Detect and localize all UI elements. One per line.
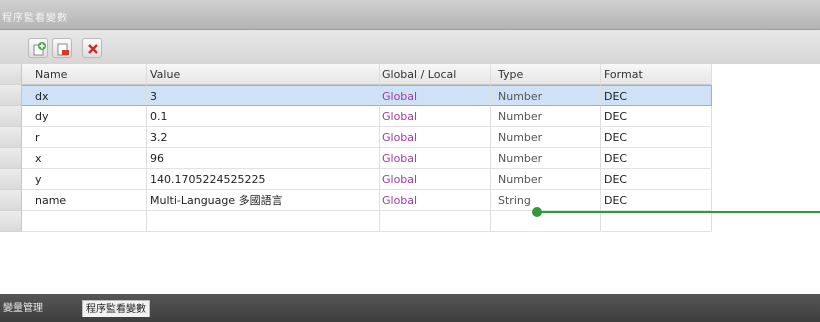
row-selector[interactable]: [0, 106, 22, 127]
row-selector[interactable]: [0, 190, 22, 211]
table-row[interactable]: dy 0.1 Global Number DEC: [0, 106, 712, 127]
cell-value[interactable]: Multi-Language 多國語言: [147, 190, 380, 211]
cell-value[interactable]: 0.1: [147, 106, 380, 127]
add-variable-button[interactable]: [28, 38, 48, 58]
edit-variable-button[interactable]: [52, 38, 72, 58]
column-header-format[interactable]: Format: [601, 64, 712, 85]
column-header-name[interactable]: Name: [22, 64, 147, 85]
table-row-new[interactable]: [0, 211, 712, 232]
cell-name[interactable]: x: [22, 148, 147, 169]
cell-type[interactable]: Number: [491, 169, 601, 190]
row-selector[interactable]: [0, 85, 22, 106]
cell-type[interactable]: Number: [491, 127, 601, 148]
cell-type[interactable]: String: [491, 190, 601, 211]
cell-type[interactable]: Number: [491, 148, 601, 169]
cell-scope[interactable]: Global: [380, 127, 491, 148]
delete-variable-icon: [88, 44, 98, 54]
cell-scope[interactable]: Global: [380, 106, 491, 127]
cell-type[interactable]: Number: [491, 106, 601, 127]
cell-scope[interactable]: Global: [380, 190, 491, 211]
cell-value[interactable]: 140.1705224525225: [147, 169, 380, 190]
cell-scope[interactable]: Global: [380, 169, 491, 190]
cell-format[interactable]: DEC: [601, 127, 712, 148]
table-row[interactable]: dx 3 Global Number DEC: [0, 85, 712, 106]
column-header-scope[interactable]: Global / Local: [380, 64, 491, 85]
bottom-tab-bar: 變量管理 程序監看變數: [0, 294, 820, 322]
table-row[interactable]: name Multi-Language 多國語言 Global String D…: [0, 190, 712, 211]
edit-variable-icon: [57, 43, 69, 56]
row-selector[interactable]: [0, 169, 22, 190]
cell-value[interactable]: [147, 211, 380, 232]
cell-format[interactable]: DEC: [601, 190, 712, 211]
cell-scope[interactable]: Global: [380, 85, 491, 106]
window-title: 程序監看變數: [2, 13, 68, 24]
row-selector[interactable]: [0, 148, 22, 169]
cell-name[interactable]: r: [22, 127, 147, 148]
cell-value[interactable]: 3: [147, 85, 380, 106]
add-variable-icon: [33, 42, 46, 56]
header-corner: [0, 64, 22, 85]
delete-variable-button[interactable]: [82, 38, 102, 58]
cell-scope[interactable]: [380, 211, 491, 232]
row-selector[interactable]: [0, 211, 22, 232]
cell-value[interactable]: 96: [147, 148, 380, 169]
callout-line: [538, 211, 820, 213]
cell-scope[interactable]: Global: [380, 148, 491, 169]
table-row[interactable]: y 140.1705224525225 Global Number DEC: [0, 169, 712, 190]
cell-format[interactable]: [601, 211, 712, 232]
table-row[interactable]: r 3.2 Global Number DEC: [0, 127, 712, 148]
column-header-type[interactable]: Type: [491, 64, 601, 85]
tab-program-watch-variables[interactable]: 程序監看變數: [82, 300, 150, 317]
cell-value[interactable]: 3.2: [147, 127, 380, 148]
column-header-value[interactable]: Value: [147, 64, 380, 85]
cell-type[interactable]: [491, 211, 601, 232]
tab-variable-management[interactable]: 變量管理: [0, 300, 46, 317]
cell-format[interactable]: DEC: [601, 169, 712, 190]
callout-dot: [532, 207, 542, 217]
cell-type[interactable]: Number: [491, 85, 601, 106]
grid-header: Name Value Global / Local Type Format: [0, 64, 712, 85]
cell-name[interactable]: y: [22, 169, 147, 190]
window-titlebar: 程序監看變數: [0, 0, 820, 30]
cell-format[interactable]: DEC: [601, 85, 712, 106]
cell-format[interactable]: DEC: [601, 148, 712, 169]
cell-name[interactable]: name: [22, 190, 147, 211]
cell-name[interactable]: [22, 211, 147, 232]
row-selector[interactable]: [0, 127, 22, 148]
toolbar: [0, 30, 820, 64]
cell-name[interactable]: dx: [22, 85, 147, 106]
variables-grid: Name Value Global / Local Type Format dx…: [0, 64, 712, 244]
cell-name[interactable]: dy: [22, 106, 147, 127]
cell-format[interactable]: DEC: [601, 106, 712, 127]
table-row[interactable]: x 96 Global Number DEC: [0, 148, 712, 169]
